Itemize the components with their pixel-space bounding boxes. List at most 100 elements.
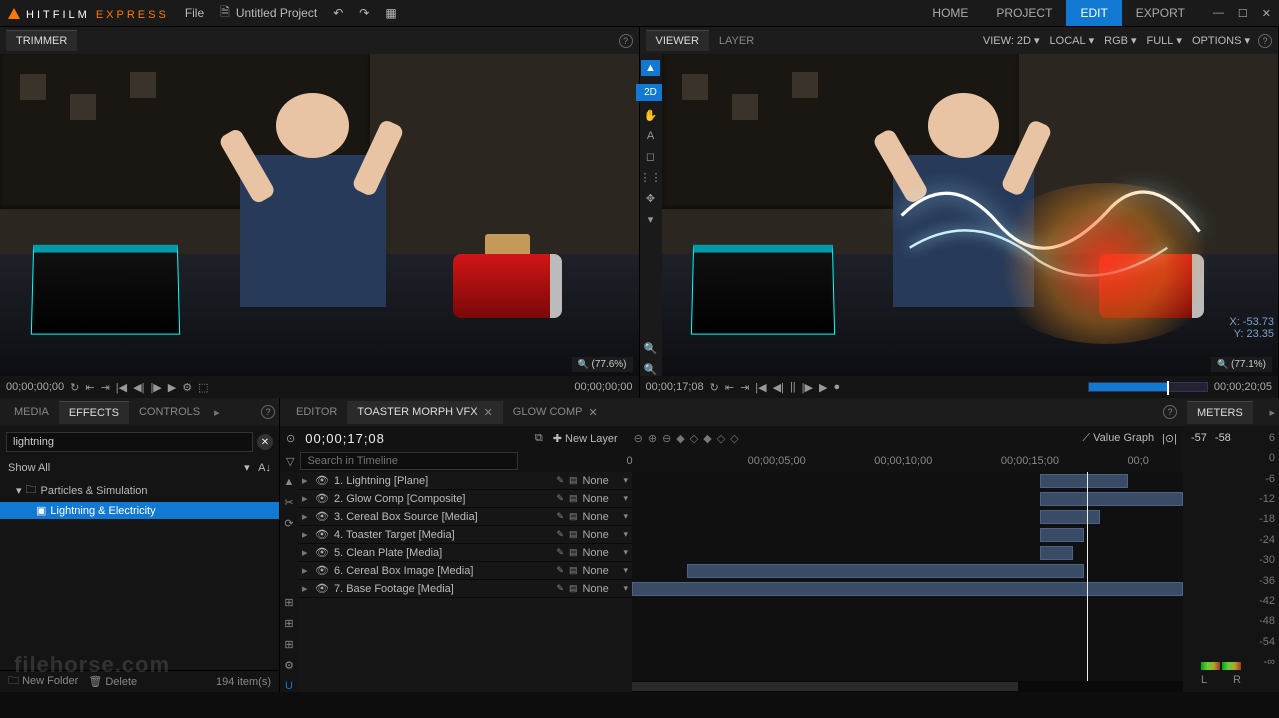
blend-mode[interactable]: None [582,583,618,595]
view-mode-dropdown[interactable]: VIEW: 2D▾ [983,34,1040,47]
trimmer-tab[interactable]: TRIMMER [6,30,77,51]
edit-icon[interactable]: ✎ [556,475,564,486]
mini-timeline[interactable] [1088,382,1208,392]
help-icon[interactable]: ? [1163,405,1177,419]
viewer-tab[interactable]: VIEWER [646,30,709,51]
project-icon[interactable]: 🗎 [220,3,230,24]
hand-tool-icon[interactable]: ✋ [644,109,658,122]
lock-icon[interactable]: ▤ [569,529,578,540]
menu-icon[interactable]: ▾ [648,213,654,226]
effects-item-selected[interactable]: ▣Lightning & Electricity [0,502,279,519]
expand-icon[interactable]: ▸ [302,492,310,505]
linear-icon[interactable]: ◇ [730,432,738,445]
loop-icon[interactable]: ↻ [710,381,719,394]
lock-icon[interactable]: ▤ [569,475,578,486]
pointer-tool-icon[interactable]: ▲ [284,476,295,488]
add-kf-icon[interactable]: ⊕ [648,432,657,445]
move-tool-icon[interactable]: ✥ [646,192,655,205]
grid-icon[interactable]: ▦ [385,6,396,20]
expand-icon[interactable]: ▸ [302,582,310,595]
layer-row[interactable]: ▸👁6. Cereal Box Image [Media]✎▤None▾ [298,562,632,580]
expand-icon[interactable]: ▸ [302,564,310,577]
goto-next-kf-icon[interactable]: ◆ [703,432,711,445]
clip[interactable] [1040,546,1073,560]
visibility-icon[interactable]: 👁 [315,492,329,505]
timecode-icon[interactable]: ⊙ [286,432,295,445]
pause-icon[interactable]: || [790,381,796,393]
export-frame-icon[interactable]: ⧉ [535,432,543,445]
layer-row[interactable]: ▸👁7. Base Footage [Media]✎▤None▾ [298,580,632,598]
blend-dropdown-icon[interactable]: ▾ [623,529,628,540]
lock-icon[interactable]: ▤ [569,547,578,558]
loop-icon[interactable]: ↻ [70,381,79,394]
options-dropdown[interactable]: OPTIONS▾ [1192,34,1250,47]
layer-tab[interactable]: LAYER [709,31,764,51]
next-kf-icon[interactable]: ⊖ [662,432,671,445]
fit-icon[interactable]: |⊙| [1162,432,1177,445]
clip[interactable] [687,564,1084,578]
edit-icon[interactable]: ✎ [556,511,564,522]
trimmer-viewport[interactable]: Toaster.png (77.6%) [0,54,639,376]
snapshot-icon[interactable]: ⬚ [198,381,208,394]
blend-dropdown-icon[interactable]: ▾ [623,511,628,522]
tab-export[interactable]: EXPORT [1122,0,1199,26]
in-point-icon[interactable]: ⇤ [85,381,94,394]
layer-row[interactable]: ▸👁4. Toaster Target [Media]✎▤None▾ [298,526,632,544]
meters-tab[interactable]: METERS [1187,401,1253,424]
prev-frame-icon[interactable]: ◀| [773,381,784,394]
expand-icon[interactable]: ▸ [302,528,310,541]
settings-icon[interactable]: ⚙ [284,659,294,672]
goto-prev-kf-icon[interactable]: ◆ [676,432,684,445]
goto-start-icon[interactable]: |◀ [755,381,766,394]
timeline-search-input[interactable] [300,452,518,470]
visibility-icon[interactable]: 👁 [315,546,329,559]
time-ruler[interactable]: 0 00;00;05;00 00;00;10;00 00;00;15;00 00… [626,450,1177,472]
visibility-icon[interactable]: 👁 [315,582,329,595]
next-frame-icon[interactable]: |▶ [802,381,813,394]
toggle-c-icon[interactable]: ⊞ [284,638,293,651]
viewer-viewport[interactable]: X: -53.73 Y: 23.35 (77.1%) [662,54,1279,376]
visibility-icon[interactable]: 👁 [315,528,329,541]
tab-editor[interactable]: EDITOR [286,401,347,423]
text-tool-icon[interactable]: A [647,130,654,142]
lock-icon[interactable]: ▤ [569,493,578,504]
edit-icon[interactable]: ✎ [556,493,564,504]
new-layer-button[interactable]: ✚ New Layer [553,432,618,445]
blend-mode[interactable]: None [582,511,618,523]
link-tool-icon[interactable]: ⟳ [284,517,293,530]
tab-effects[interactable]: EFFECTS [59,401,129,424]
tab-controls[interactable]: CONTROLS [129,401,210,423]
lock-icon[interactable]: ▤ [569,583,578,594]
layer-row[interactable]: ▸👁1. Lightning [Plane]✎▤None▾ [298,472,632,490]
layer-row[interactable]: ▸👁2. Glow Comp [Composite]✎▤None▾ [298,490,632,508]
effects-folder[interactable]: ▾🗀Particles & Simulation [0,479,279,502]
zoom-in-icon[interactable]: 🔍 [644,342,658,355]
space-dropdown[interactable]: LOCAL▾ [1050,34,1095,47]
edit-icon[interactable]: ✎ [556,565,564,576]
clear-search-icon[interactable]: ✕ [257,434,273,450]
h-scrollbar[interactable] [632,681,1183,692]
tab-home[interactable]: HOME [918,0,982,26]
play-icon[interactable]: ▶ [168,381,176,394]
in-icon[interactable]: ⇤ [725,381,734,394]
channels-dropdown[interactable]: RGB▾ [1104,34,1136,47]
current-timecode[interactable]: 00;00;17;08 [305,431,385,446]
blend-dropdown-icon[interactable]: ▾ [623,475,628,486]
clip[interactable] [632,582,1183,596]
goto-start-icon[interactable]: |◀ [116,381,127,394]
clip[interactable] [1040,492,1183,506]
filter-dropdown[interactable]: Show All ▾ A↓ [0,458,279,477]
tabs-more-icon[interactable]: ▸ [214,406,220,419]
out-icon[interactable]: ⇥ [740,381,749,394]
layer-row[interactable]: ▸👁5. Clean Plate [Media]✎▤None▾ [298,544,632,562]
tab-media[interactable]: MEDIA [4,401,59,423]
lock-icon[interactable]: ▤ [569,511,578,522]
menu-file[interactable]: File [185,6,204,20]
next-frame-icon[interactable]: |▶ [150,381,161,394]
snap-tool-icon[interactable]: ⋮⋮ [640,171,662,184]
close-icon[interactable]: ✕ [484,406,493,419]
track-area[interactable] [632,472,1183,692]
kf-diamond-icon[interactable]: ◇ [690,432,698,445]
trimmer-zoom-label[interactable]: (77.6%) [572,357,633,372]
play-icon[interactable]: ▶ [819,381,827,394]
